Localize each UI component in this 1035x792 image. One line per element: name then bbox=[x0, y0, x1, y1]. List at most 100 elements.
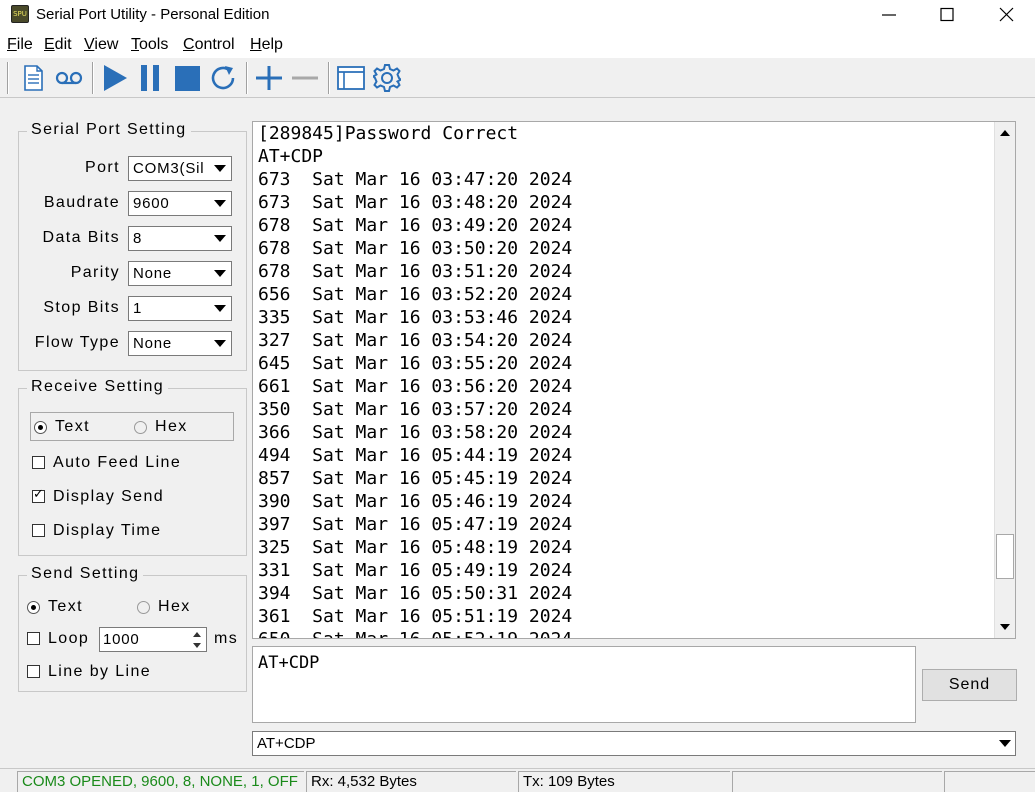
loop-checkbox[interactable] bbox=[27, 632, 40, 645]
port-value: COM3(Sil bbox=[133, 160, 205, 177]
send-input-area[interactable]: AT+CDP bbox=[252, 646, 916, 723]
menu-help-accel: H bbox=[250, 36, 262, 53]
stop-bits-dropdown-arrow[interactable] bbox=[210, 298, 230, 319]
loop-interval-value: 1000 bbox=[103, 631, 140, 648]
send-history-select[interactable]: AT+CDP bbox=[252, 731, 1016, 756]
record-icon bbox=[55, 71, 83, 85]
menu-control[interactable]: Control bbox=[183, 36, 235, 54]
display-send-checkbox[interactable] bbox=[32, 487, 45, 503]
receive-line: 366 Sat Mar 16 03:58:20 2024 bbox=[258, 422, 573, 443]
flow-type-dropdown-arrow[interactable] bbox=[210, 333, 230, 354]
record-button[interactable] bbox=[53, 62, 85, 94]
receive-hex-radio[interactable] bbox=[134, 421, 147, 434]
start-button[interactable] bbox=[99, 62, 131, 94]
scroll-down-icon bbox=[1000, 624, 1010, 630]
line-by-line-label: Line by Line bbox=[48, 663, 152, 680]
menu-tools[interactable]: Tools bbox=[131, 36, 168, 54]
send-button[interactable]: Send bbox=[922, 669, 1017, 701]
window-button[interactable] bbox=[335, 62, 367, 94]
receive-line: 494 Sat Mar 16 05:44:19 2024 bbox=[258, 445, 573, 466]
data-bits-dropdown-arrow[interactable] bbox=[210, 228, 230, 249]
rx-counter: Rx: 4,532 Bytes bbox=[306, 771, 516, 792]
flow-type-select[interactable]: None bbox=[128, 331, 232, 356]
loop-interval-spinner[interactable]: 1000 bbox=[99, 627, 207, 652]
pause-button[interactable] bbox=[135, 62, 167, 94]
display-time-checkbox[interactable] bbox=[32, 524, 45, 537]
parity-select[interactable]: None bbox=[128, 261, 232, 286]
receive-hex-label: Hex bbox=[155, 418, 188, 435]
stop-button[interactable] bbox=[171, 62, 203, 94]
toolbar-separator bbox=[7, 62, 9, 94]
port-label: Port bbox=[85, 159, 120, 176]
receive-scrollbar[interactable] bbox=[994, 122, 1015, 638]
spin-up-button[interactable] bbox=[189, 629, 205, 640]
spin-down-button[interactable] bbox=[189, 640, 205, 651]
flow-type-value: None bbox=[133, 335, 173, 352]
add-button[interactable] bbox=[253, 62, 285, 94]
receive-output-area[interactable]: [289845]Password Correct AT+CDP 673 Sat Ma… bbox=[252, 121, 1016, 639]
data-bits-label: Data Bits bbox=[42, 229, 120, 246]
serial-port-setting-title: Serial Port Setting bbox=[27, 121, 191, 139]
scroll-up-icon bbox=[1000, 130, 1010, 136]
baudrate-dropdown-arrow[interactable] bbox=[210, 193, 230, 214]
receive-line: 661 Sat Mar 16 03:56:20 2024 bbox=[258, 376, 573, 397]
receive-line: 331 Sat Mar 16 05:49:19 2024 bbox=[258, 560, 573, 581]
scrollbar-thumb[interactable] bbox=[996, 534, 1014, 579]
port-select[interactable]: COM3(Sil bbox=[128, 156, 232, 181]
port-dropdown-arrow[interactable] bbox=[210, 158, 230, 179]
chevron-up-icon bbox=[193, 632, 201, 637]
baudrate-select[interactable]: 9600 bbox=[128, 191, 232, 216]
toolbar bbox=[0, 58, 1035, 98]
close-button[interactable] bbox=[977, 0, 1035, 30]
line-by-line-checkbox[interactable] bbox=[27, 665, 40, 678]
display-time-label: Display Time bbox=[53, 522, 162, 539]
auto-feed-line-checkbox[interactable] bbox=[32, 456, 45, 469]
status-panel-empty bbox=[732, 771, 942, 792]
receive-line: [289845]Password Correct bbox=[258, 123, 519, 144]
menu-help[interactable]: Help bbox=[250, 36, 283, 54]
scroll-up-button[interactable] bbox=[995, 124, 1015, 142]
refresh-button[interactable] bbox=[207, 62, 239, 94]
send-hex-radio[interactable] bbox=[137, 601, 150, 614]
receive-line: 650 Sat Mar 16 05:52:19 2024 bbox=[258, 628, 988, 638]
title-bar: SPU Serial Port Utility - Personal Editi… bbox=[0, 0, 1035, 32]
settings-button[interactable] bbox=[371, 62, 403, 94]
menu-edit-accel: E bbox=[44, 36, 55, 53]
data-bits-select[interactable]: 8 bbox=[128, 226, 232, 251]
receive-line: 390 Sat Mar 16 05:46:19 2024 bbox=[258, 491, 573, 512]
remove-button[interactable] bbox=[289, 62, 321, 94]
send-hex-label: Hex bbox=[158, 598, 191, 615]
chevron-down-icon bbox=[999, 740, 1011, 747]
toolbar-separator bbox=[92, 62, 94, 94]
chevron-down-icon bbox=[214, 270, 226, 277]
auto-feed-line-label: Auto Feed Line bbox=[53, 454, 182, 471]
stop-bits-select[interactable]: 1 bbox=[128, 296, 232, 321]
window-icon bbox=[337, 66, 365, 90]
send-history-value: AT+CDP bbox=[257, 735, 316, 752]
send-text-radio[interactable] bbox=[27, 601, 40, 614]
new-document-button[interactable] bbox=[17, 62, 49, 94]
maximize-icon bbox=[940, 7, 954, 22]
chevron-down-icon bbox=[214, 200, 226, 207]
status-bar: COM3 OPENED, 9600, 8, NONE, 1, OFF Rx: 4… bbox=[0, 768, 1035, 792]
scroll-down-button[interactable] bbox=[995, 618, 1015, 636]
chevron-down-icon bbox=[193, 643, 201, 648]
menu-file[interactable]: File bbox=[7, 36, 33, 54]
menu-control-accel: C bbox=[183, 36, 195, 53]
minimize-button[interactable] bbox=[860, 0, 918, 30]
baudrate-label: Baudrate bbox=[43, 194, 120, 211]
receive-line: 673 Sat Mar 16 03:48:20 2024 bbox=[258, 192, 573, 213]
document-icon bbox=[24, 65, 43, 91]
add-icon bbox=[256, 66, 282, 90]
receive-line: 325 Sat Mar 16 05:48:19 2024 bbox=[258, 537, 573, 558]
receive-text-radio[interactable] bbox=[34, 421, 47, 434]
parity-dropdown-arrow[interactable] bbox=[210, 263, 230, 284]
maximize-button[interactable] bbox=[918, 0, 976, 30]
chevron-down-icon bbox=[214, 235, 226, 242]
menu-file-accel: F bbox=[7, 36, 17, 53]
menu-view[interactable]: View bbox=[84, 36, 118, 54]
toolbar-separator bbox=[246, 62, 248, 94]
history-dropdown-arrow[interactable] bbox=[995, 734, 1013, 753]
menu-edit[interactable]: Edit bbox=[44, 36, 72, 54]
menu-bar: File Edit View Tools Control Help bbox=[0, 32, 1035, 58]
